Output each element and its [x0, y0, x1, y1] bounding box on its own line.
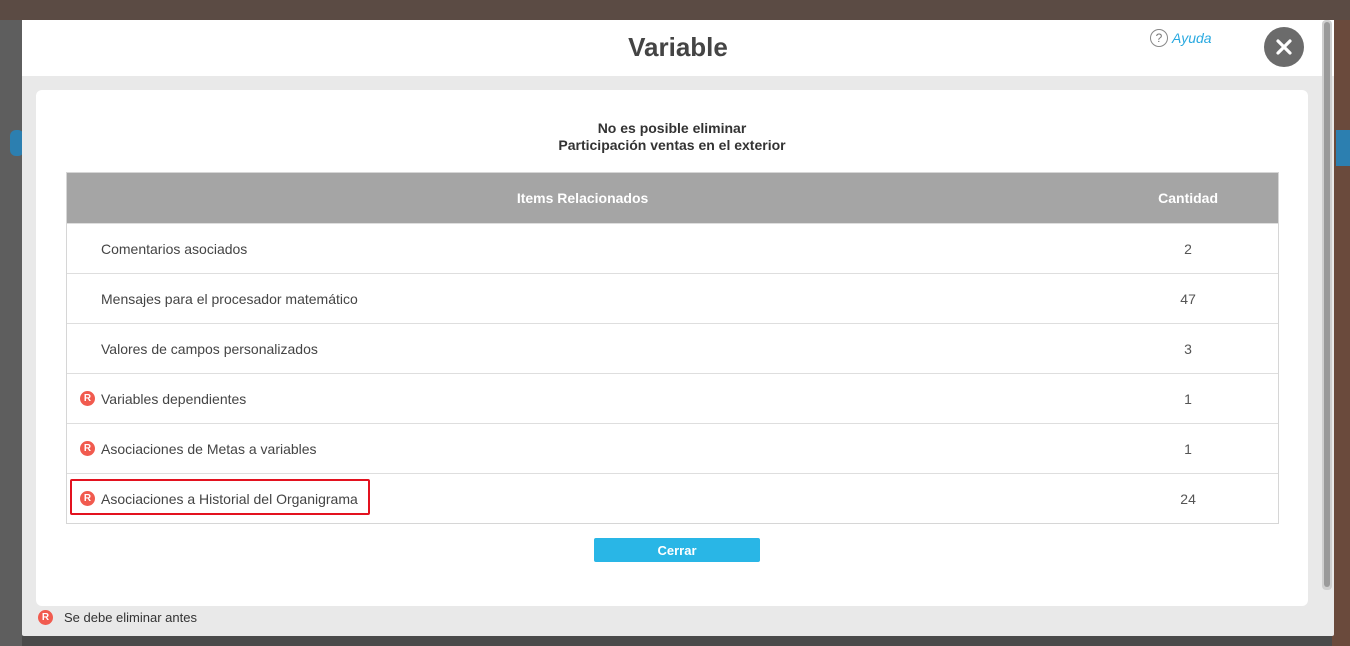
close-button[interactable]: [1264, 27, 1304, 67]
row-item: Comentarios asociados: [67, 241, 1098, 257]
row-quantity: 1: [1184, 390, 1192, 407]
row-item: R Asociaciones de Metas a variables: [67, 441, 1098, 457]
content-card: No es posible eliminar Participación ven…: [36, 90, 1308, 606]
background-left-panel: [0, 20, 22, 646]
row-item: R Variables dependientes: [67, 391, 1098, 407]
related-items-table: Items Relacionados Cantidad Comentarios …: [66, 172, 1279, 524]
required-badge-icon: R: [80, 391, 95, 406]
row-quantity: 47: [1180, 290, 1196, 307]
modal-title: Variable: [628, 32, 728, 62]
cerrar-button[interactable]: Cerrar: [594, 538, 760, 562]
required-badge-icon: R: [80, 491, 95, 506]
close-icon: [1276, 39, 1292, 55]
table-header: Items Relacionados Cantidad: [67, 173, 1278, 223]
row-label: Valores de campos personalizados: [101, 340, 318, 357]
row-item: Valores de campos personalizados: [67, 341, 1098, 357]
modal-header: Variable ? Ayuda: [22, 20, 1334, 76]
row-quantity: 24: [1180, 490, 1196, 507]
legend: R Se debe eliminar antes: [38, 610, 197, 625]
row-label: Asociaciones de Metas a variables: [101, 440, 317, 457]
row-quantity: 3: [1184, 340, 1192, 357]
table-row: R Variables dependientes 1: [67, 373, 1278, 423]
header-items: Items Relacionados: [516, 190, 649, 206]
variable-modal: Variable ? Ayuda No es posible eliminar …: [22, 20, 1334, 636]
table-row: R Asociaciones de Metas a variables 1: [67, 423, 1278, 473]
legend-text: Se debe eliminar antes: [64, 610, 197, 625]
message-line-1: No es posible eliminar: [597, 120, 747, 136]
required-badge-icon: R: [38, 610, 53, 625]
background-blue-tab-right: [1336, 130, 1350, 166]
row-quantity: 1: [1184, 440, 1192, 457]
background-right-panel: [1332, 20, 1350, 646]
row-item: Mensajes para el procesador matemático: [67, 291, 1098, 307]
help-icon: ?: [1150, 29, 1168, 47]
row-label: Variables dependientes: [101, 390, 247, 407]
row-item: R Asociaciones a Historial del Organigra…: [67, 478, 1098, 515]
help-label: Ayuda: [1172, 30, 1212, 46]
message-line-2: Participación ventas en el exterior: [558, 137, 786, 153]
scrollbar-thumb[interactable]: [1324, 22, 1330, 587]
help-link[interactable]: ? Ayuda: [1150, 29, 1212, 47]
table-row: Valores de campos personalizados 3: [67, 323, 1278, 373]
row-label: Asociaciones a Historial del Organigrama: [101, 490, 358, 507]
table-row: R Asociaciones a Historial del Organigra…: [67, 473, 1278, 523]
row-label: Mensajes para el procesador matemático: [101, 290, 358, 307]
table-row: Mensajes para el procesador matemático 4…: [67, 273, 1278, 323]
delete-message: No es posible eliminar Participación ven…: [36, 120, 1308, 154]
row-label: Comentarios asociados: [101, 240, 248, 257]
header-quantity: Cantidad: [1158, 190, 1219, 206]
table-row: Comentarios asociados 2: [67, 223, 1278, 273]
row-quantity: 2: [1184, 240, 1192, 257]
required-badge-icon: R: [80, 441, 95, 456]
